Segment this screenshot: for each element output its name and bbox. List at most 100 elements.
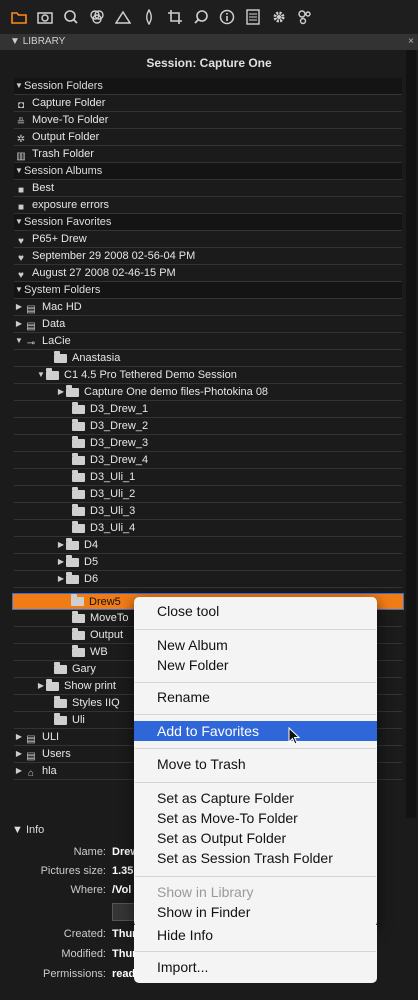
tree-item[interactable]: D3_Drew_3 [14,435,402,452]
tree-item[interactable]: ◘ Capture Folder [14,95,402,112]
triangle-right-icon[interactable]: ▶ [14,316,24,332]
camera-icon: ◘ [17,99,25,111]
folder-icon [66,537,79,550]
gear-icon[interactable] [268,6,290,28]
gear-icon: ✲ [16,133,26,145]
tree-item[interactable]: D3_Uli_3 [14,503,402,520]
info-icon[interactable] [216,6,238,28]
triangle-down-icon[interactable]: ▼ [36,367,46,383]
crop-icon[interactable] [164,6,186,28]
tree-item[interactable]: ♥ September 29 2008 02-56-04 PM [14,248,402,265]
triangle-right-icon[interactable]: ▶ [14,746,24,762]
info-label: Modified: [61,948,106,960]
tree-item[interactable]: ≞ Move-To Folder [14,112,402,129]
item-label: Data [42,318,66,330]
folder-icon [72,644,85,657]
close-icon[interactable]: × [408,34,414,50]
menu-separator [135,951,376,952]
menu-item-import[interactable]: Import... [134,957,377,977]
triangle-right-icon[interactable]: ▶ [36,678,46,694]
section-session-albums[interactable]: ▼ Session Albums [14,163,402,180]
heart-icon: ♥ [18,269,24,281]
item-label: exposure errors [32,199,110,211]
triangle-right-icon[interactable]: ▶ [56,384,66,400]
sharpness-icon[interactable] [138,6,160,28]
tree-item[interactable]: ♥ August 27 2008 02-46-15 PM [14,265,402,282]
menu-item-set-move-to[interactable]: Set as Move-To Folder [134,808,377,828]
triangle-down-icon: ▼ [15,217,23,226]
tree-item[interactable]: ■ Best [14,180,402,197]
menu-item-close-tool[interactable]: Close tool [134,601,377,621]
tree-item[interactable]: ■ exposure errors [14,197,402,214]
drive-icon: ▤ [26,750,36,762]
tree-item[interactable]: ▶ ▤ Data [14,316,402,333]
tree-item[interactable]: ▶ D4 [14,537,402,554]
search-icon[interactable] [60,6,82,28]
triangle-down-icon: ▼ [12,824,26,836]
folder-icon [46,678,59,691]
tree-item[interactable]: ▼ ⊸ LaCie [14,333,402,350]
loupe-icon[interactable] [190,6,212,28]
info-header[interactable]: ▼ Info [12,824,44,836]
tool-tabs [0,0,418,34]
triangle-right-icon[interactable]: ▶ [56,554,66,570]
item-label: D3_Uli_2 [90,488,136,500]
tree-item[interactable]: ▶ Capture One demo files-Photokina 08 [14,384,402,401]
triangle-right-icon[interactable]: ▶ [14,729,24,745]
tree-item[interactable]: ▼ C1 4.5 Pro Tethered Demo Session [14,367,402,384]
folder-icon [72,401,85,414]
triangle-right-icon[interactable]: ▶ [56,537,66,553]
folder-icon [72,520,85,533]
triangle-right-icon[interactable]: ▶ [14,763,24,779]
triangle-right-icon[interactable]: ▶ [56,571,66,587]
exposure-icon[interactable] [112,6,134,28]
section-session-folders[interactable]: ▼ Session Folders [14,78,402,95]
info-value: Thur [112,948,137,960]
tree-item[interactable]: D3_Drew_1 [14,401,402,418]
folder-icon[interactable] [8,6,30,28]
menu-item-set-capture[interactable]: Set as Capture Folder [134,788,377,808]
tree-item[interactable]: ▶ D6 [14,571,402,588]
item-label: C1 4.5 Pro Tethered Demo Session [64,369,237,381]
tree-item[interactable]: ▶ D5 [14,554,402,571]
tree-item[interactable]: ▥ Trash Folder [14,146,402,163]
drive-icon: ▤ [26,320,36,332]
menu-item-set-output[interactable]: Set as Output Folder [134,828,377,848]
info-label: Pictures size: [40,865,106,877]
menu-item-move-to-trash[interactable]: Move to Trash [134,754,377,774]
folder-icon [71,594,84,606]
triangle-down-icon[interactable]: ▼ [14,333,24,349]
menu-item-set-trash[interactable]: Set as Session Trash Folder [134,848,377,868]
list-icon[interactable] [242,6,264,28]
item-label: Anastasia [72,352,121,364]
tree-item[interactable]: D3_Uli_1 [14,469,402,486]
scrollbar[interactable] [406,50,416,820]
tree-item[interactable]: ♥ P65+ Drew [14,231,402,248]
item-label: D4 [84,539,99,551]
colors-icon[interactable] [86,6,108,28]
tree-item[interactable]: D3_Drew_4 [14,452,402,469]
menu-item-add-to-favorites[interactable]: Add to Favorites [134,721,377,741]
item-label: Output Folder [32,131,100,143]
menu-item-rename[interactable]: Rename [134,687,377,707]
tree-item[interactable]: D3_Uli_2 [14,486,402,503]
menu-item-new-folder[interactable]: New Folder [134,655,377,675]
folder-icon [72,486,85,499]
adjust-icon[interactable] [294,6,316,28]
menu-item-new-album[interactable]: New Album [134,635,377,655]
tree-item[interactable]: D3_Uli_4 [14,520,402,537]
menu-item-show-in-finder[interactable]: Show in Finder [134,902,377,922]
context-menu-footer: Import... [134,945,377,983]
tree-item[interactable]: ✲ Output Folder [14,129,402,146]
tree-item[interactable]: ▶ ▤ Mac HD [14,299,402,316]
section-session-favorites[interactable]: ▼ Session Favorites [14,214,402,231]
tree-item[interactable]: D3_Drew_2 [14,418,402,435]
triangle-right-icon[interactable]: ▶ [14,299,24,315]
library-header[interactable]: ▼ LIBRARY × [0,34,418,50]
tree-item[interactable]: Anastasia [14,350,402,367]
info-value: /Vol [112,884,132,896]
camera-icon[interactable] [34,6,56,28]
menu-separator [135,748,376,749]
section-system-folders[interactable]: ▼ System Folders [14,282,402,299]
menu-item-hide-info[interactable]: Hide Info [134,925,377,945]
